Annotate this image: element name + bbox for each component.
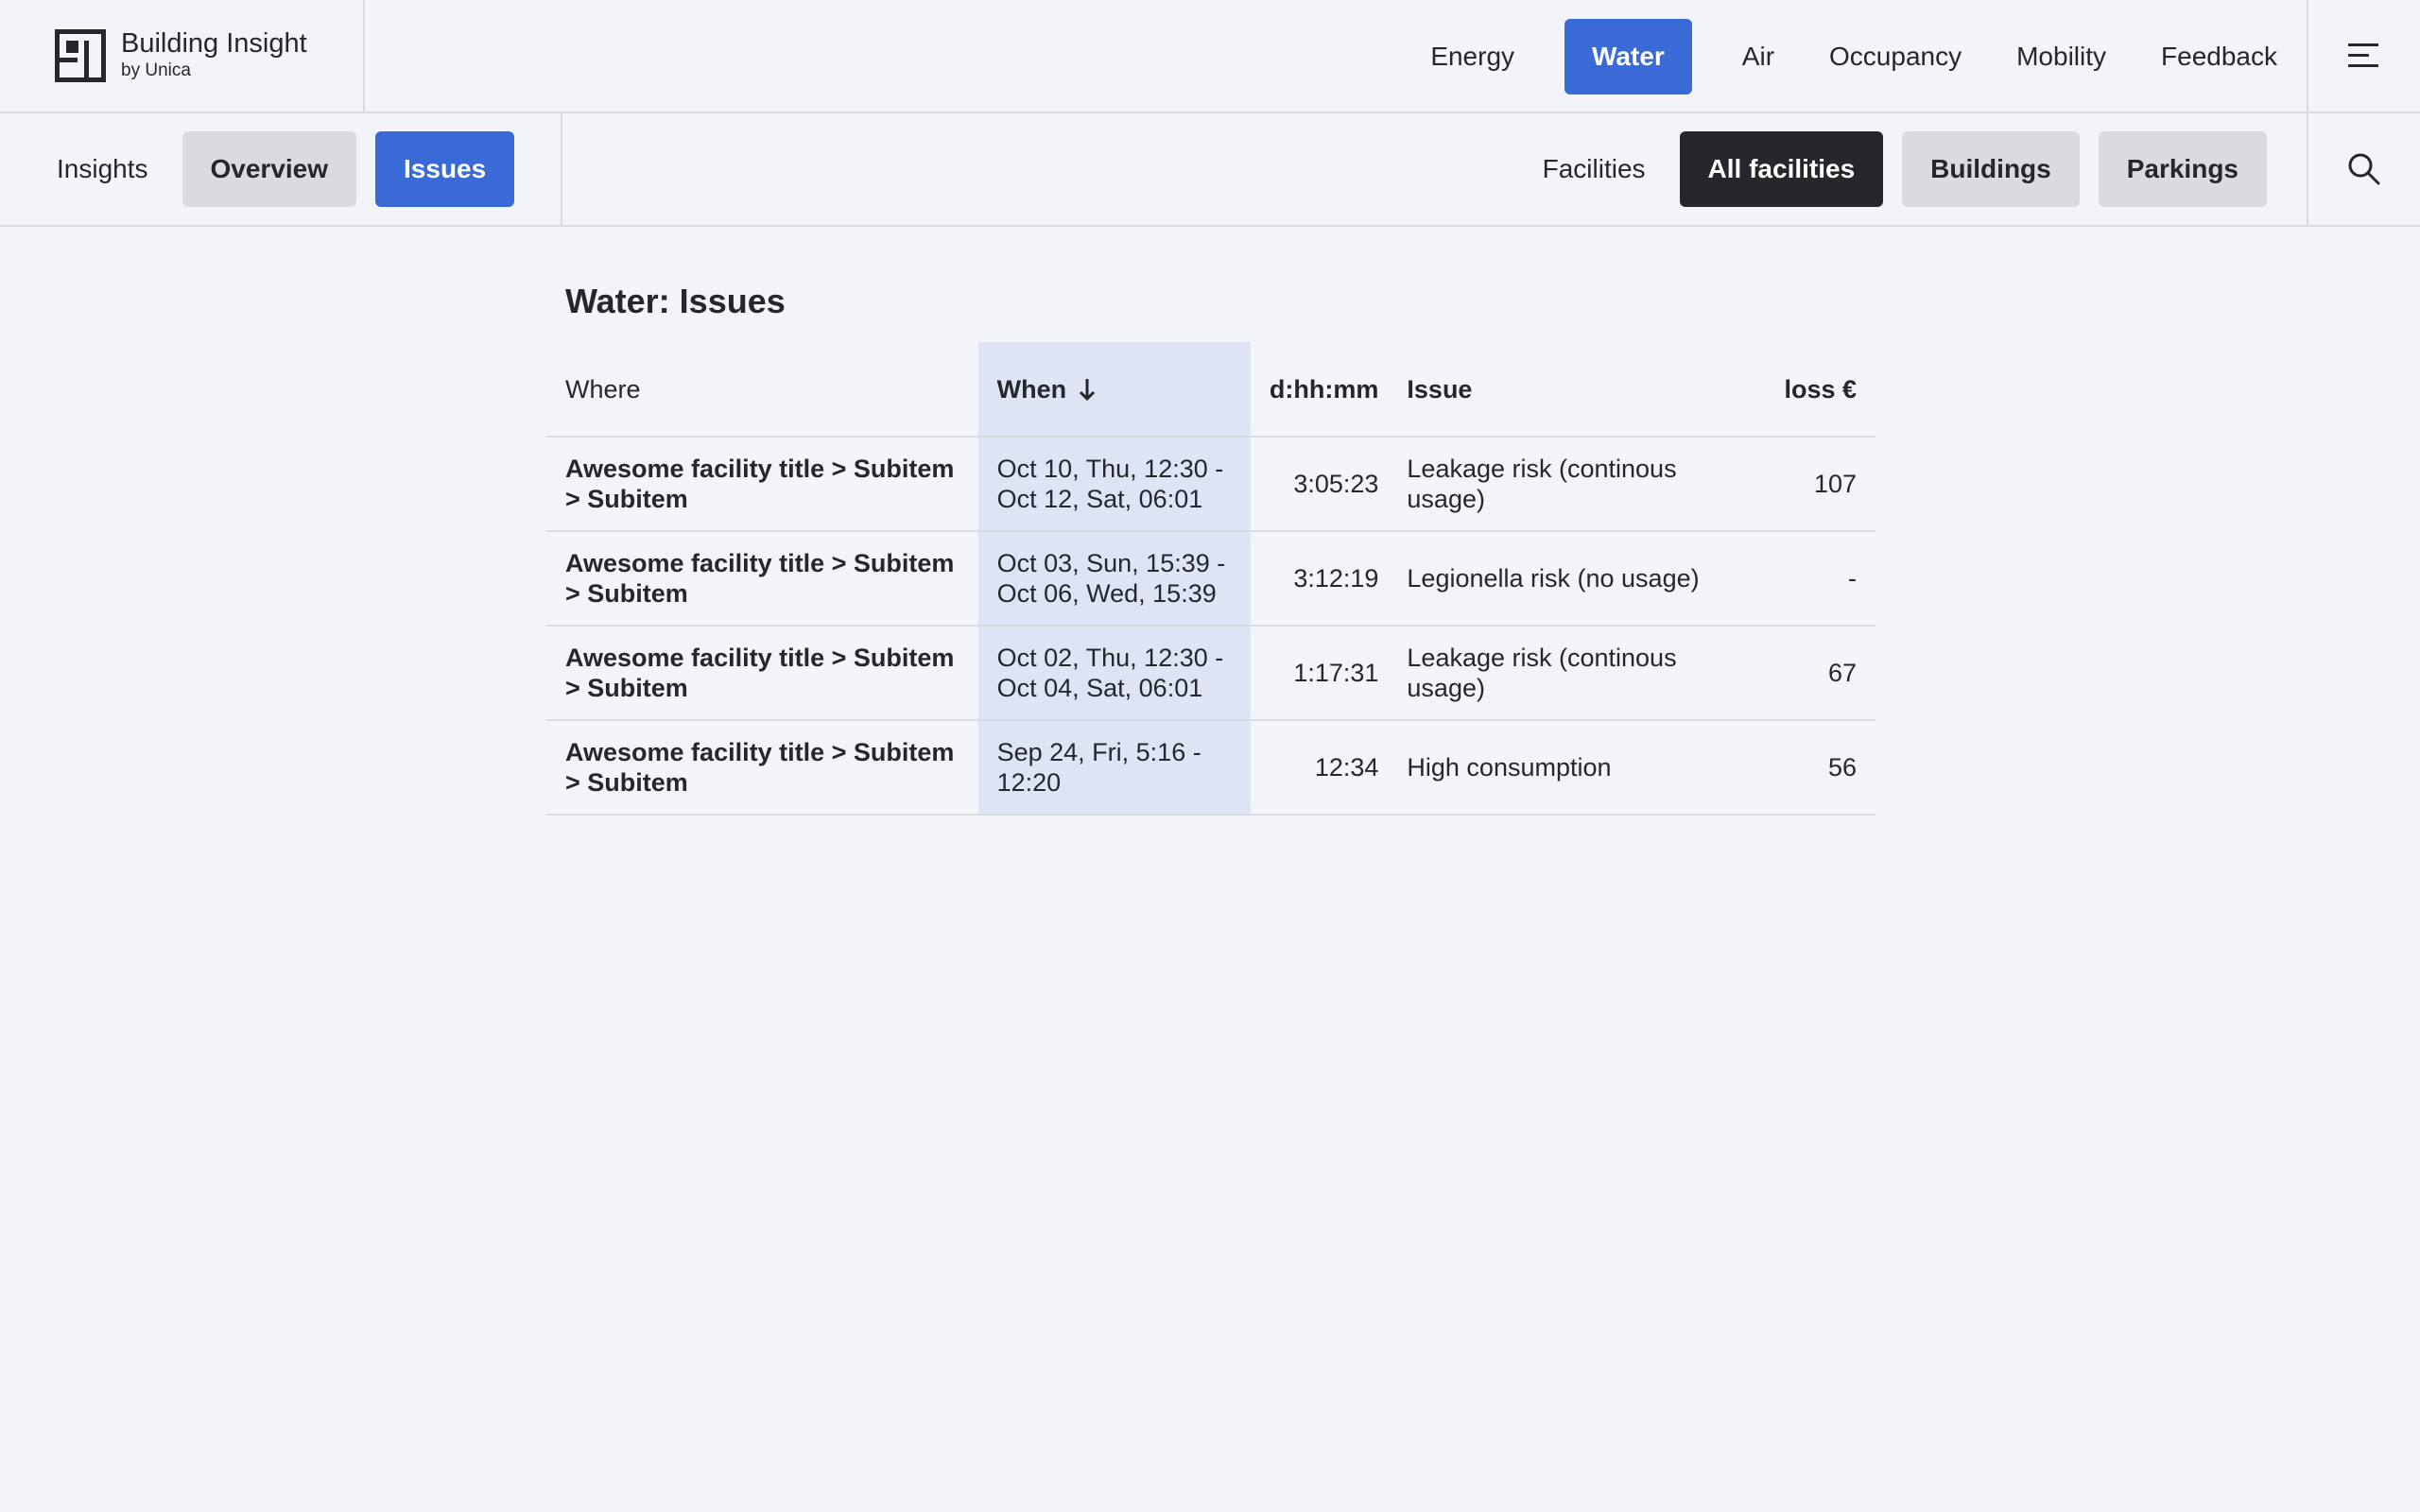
filter-parkings[interactable]: Parkings bbox=[2098, 131, 2267, 207]
brand-title: Building Insight bbox=[121, 28, 307, 59]
cell-when: Oct 02, Thu, 12:30 - Oct 04, Sat, 06:01 bbox=[977, 626, 1251, 721]
cell-duration: 1:17:31 bbox=[1250, 626, 1391, 721]
table-header-row: Where When d:hh:mm Issue loss € bbox=[546, 342, 1876, 438]
brand[interactable]: Building Insight by Unica bbox=[0, 0, 365, 112]
column-header-duration[interactable]: d:hh:mm bbox=[1250, 342, 1391, 438]
cell-where: Awesome facility title > Subitem > Subit… bbox=[546, 531, 978, 627]
search-button[interactable] bbox=[2307, 113, 2420, 225]
cell-issue: Legionella risk (no usage) bbox=[1390, 531, 1763, 627]
table-row[interactable]: Awesome facility title > Subitem > Subit… bbox=[546, 626, 1876, 721]
cell-where: Awesome facility title > Subitem > Subit… bbox=[546, 437, 978, 532]
cell-duration: 12:34 bbox=[1250, 720, 1391, 816]
nav-mobility[interactable]: Mobility bbox=[1989, 19, 2134, 94]
building-logo-icon bbox=[55, 29, 106, 82]
nav-water[interactable]: Water bbox=[1564, 19, 1692, 94]
arrow-down-icon bbox=[1080, 378, 1096, 401]
menu-button[interactable] bbox=[2307, 0, 2420, 112]
cell-loss: 107 bbox=[1762, 437, 1876, 532]
cell-issue: Leakage risk (continous usage) bbox=[1390, 626, 1763, 721]
facility-filters: Facilities All facilities Buildings Park… bbox=[1543, 113, 2305, 225]
page-title: Water: Issues bbox=[565, 282, 786, 320]
tab-overview[interactable]: Overview bbox=[182, 131, 357, 207]
insights-tabs: Insights Overview Issues bbox=[0, 113, 562, 225]
cell-loss: - bbox=[1762, 531, 1876, 627]
nav-feedback[interactable]: Feedback bbox=[2134, 19, 2305, 94]
table-row[interactable]: Awesome facility title > Subitem > Subit… bbox=[546, 531, 1876, 627]
sub-bar: Insights Overview Issues Facilities All … bbox=[0, 113, 2420, 227]
column-header-loss[interactable]: loss € bbox=[1762, 342, 1876, 438]
table-row[interactable]: Awesome facility title > Subitem > Subit… bbox=[546, 437, 1876, 532]
cell-when: Oct 03, Sun, 15:39 - Oct 06, Wed, 15:39 bbox=[977, 531, 1251, 627]
tab-issues[interactable]: Issues bbox=[375, 131, 515, 207]
insights-label: Insights bbox=[57, 154, 148, 183]
brand-subtitle: by Unica bbox=[121, 60, 191, 80]
cell-issue: High consumption bbox=[1390, 720, 1763, 816]
nav-occupancy[interactable]: Occupancy bbox=[1802, 19, 1989, 94]
column-header-issue[interactable]: Issue bbox=[1390, 342, 1763, 438]
column-header-where[interactable]: Where bbox=[546, 342, 978, 438]
cell-duration: 3:05:23 bbox=[1250, 437, 1391, 532]
cell-when: Sep 24, Fri, 5:16 - 12:20 bbox=[977, 720, 1251, 816]
top-bar: Building Insight by Unica Energy Water A… bbox=[0, 0, 2420, 113]
table-row[interactable]: Awesome facility title > Subitem > Subit… bbox=[546, 720, 1876, 816]
column-header-when-label: When bbox=[996, 374, 1067, 404]
cell-issue: Leakage risk (continous usage) bbox=[1390, 437, 1763, 532]
cell-when: Oct 10, Thu, 12:30 - Oct 12, Sat, 06:01 bbox=[977, 437, 1251, 532]
cell-duration: 3:12:19 bbox=[1250, 531, 1391, 627]
column-header-when[interactable]: When bbox=[977, 342, 1251, 438]
cell-where: Awesome facility title > Subitem > Subit… bbox=[546, 720, 978, 816]
menu-icon bbox=[2348, 43, 2378, 67]
cell-where: Awesome facility title > Subitem > Subit… bbox=[546, 626, 978, 721]
filter-all-facilities[interactable]: All facilities bbox=[1679, 131, 1884, 207]
main-nav: Energy Water Air Occupancy Mobility Feed… bbox=[1403, 19, 2305, 94]
issues-table: Where When d:hh:mm Issue loss € Awesome … bbox=[546, 342, 1876, 816]
filter-buildings[interactable]: Buildings bbox=[1902, 131, 2080, 207]
search-icon bbox=[2348, 153, 2380, 185]
nav-air[interactable]: Air bbox=[1715, 19, 1802, 94]
facilities-label: Facilities bbox=[1542, 154, 1646, 183]
cell-loss: 67 bbox=[1762, 626, 1876, 721]
cell-loss: 56 bbox=[1762, 720, 1876, 816]
nav-energy[interactable]: Energy bbox=[1403, 19, 1542, 94]
